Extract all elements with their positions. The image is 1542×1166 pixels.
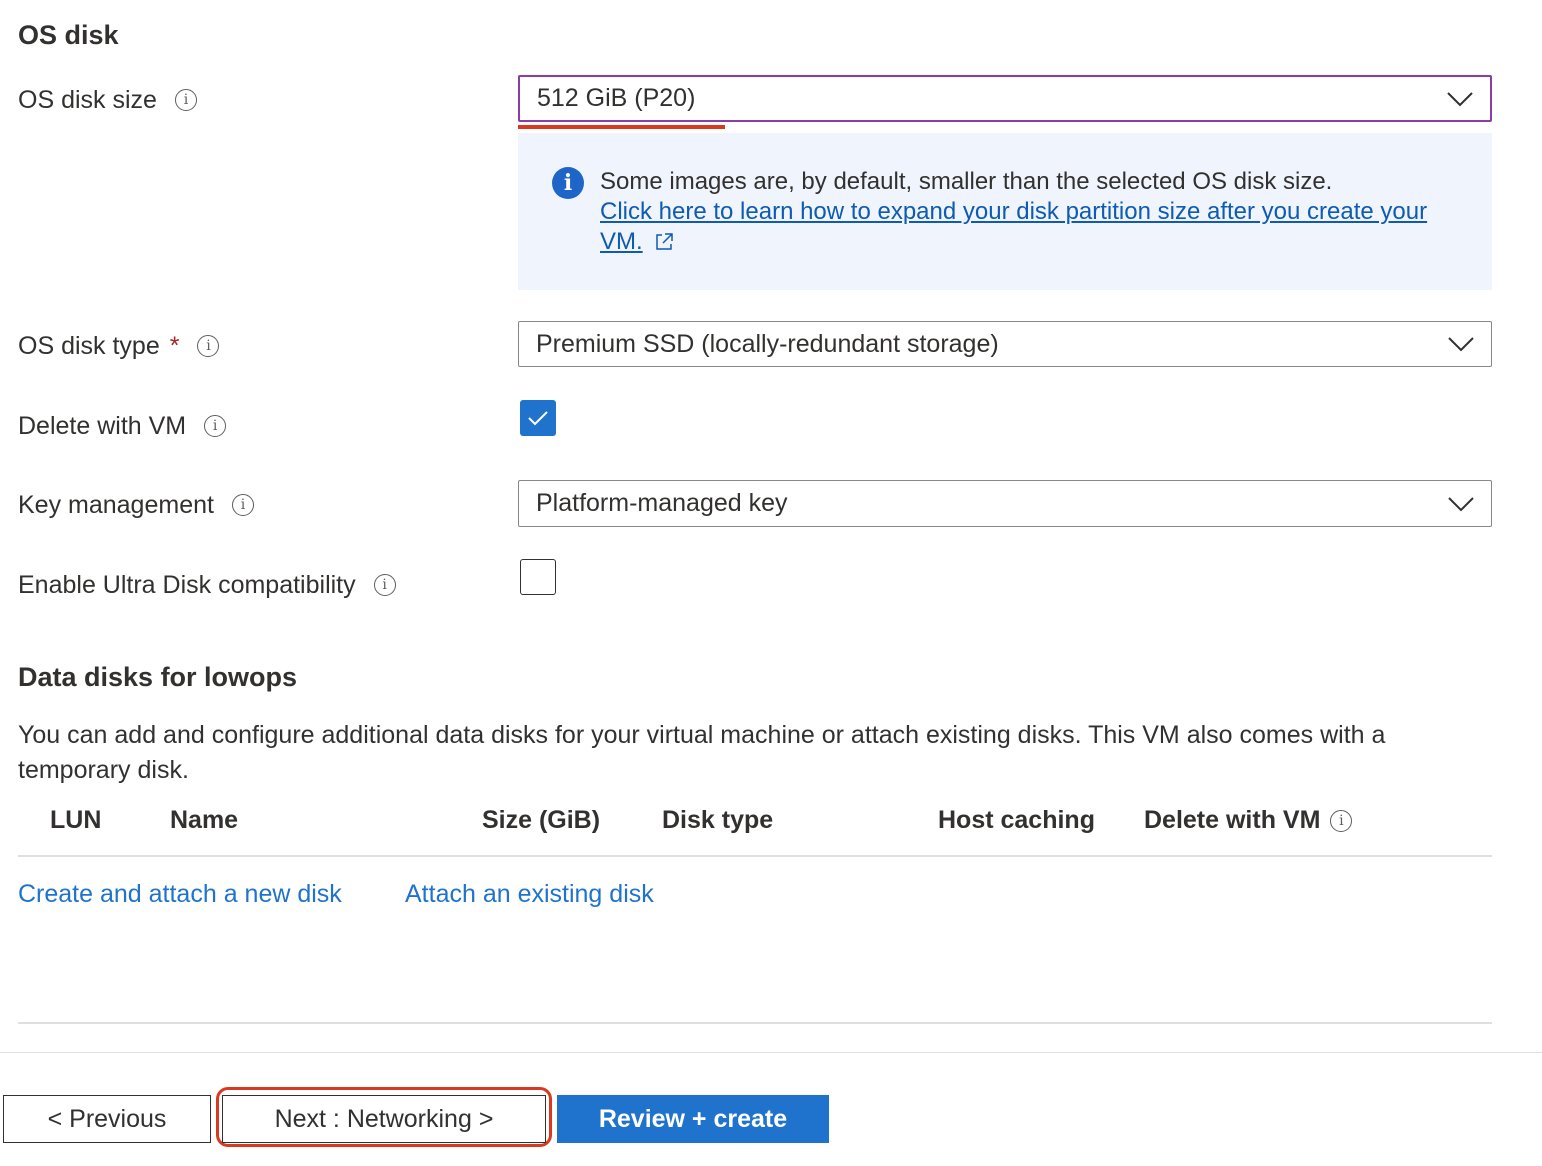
external-link-icon <box>655 233 673 250</box>
ultra-disk-checkbox[interactable] <box>520 559 556 595</box>
column-header-disk-type: Disk type <box>662 806 774 834</box>
os-disk-size-dropdown[interactable]: 512 GiB (P20) <box>518 75 1492 122</box>
required-asterisk: * <box>169 331 180 360</box>
info-icon[interactable]: i <box>204 415 227 437</box>
review-create-button[interactable]: Review + create <box>557 1095 829 1143</box>
info-icon[interactable]: i <box>231 494 254 516</box>
info-icon[interactable]: i <box>197 335 220 357</box>
os-disk-heading: OS disk <box>18 20 119 50</box>
data-disks-description: You can add and configure additional dat… <box>18 721 1386 784</box>
expand-partition-link[interactable]: Click here to learn how to expand your d… <box>600 198 1427 225</box>
delete-with-vm-label-text: Delete with VM <box>18 411 187 440</box>
key-management-value: Platform-managed key <box>536 489 788 517</box>
ultra-disk-label: Enable Ultra Disk compatibility i <box>18 569 396 601</box>
column-header-delete-with-vm: Delete with VM i <box>1144 806 1353 835</box>
delete-with-vm-checkbox[interactable] <box>520 400 556 436</box>
table-divider <box>18 855 1492 857</box>
os-disk-type-label: OS disk type * i <box>18 330 220 362</box>
column-header-size: Size (GiB) <box>482 806 601 834</box>
os-disk-type-label-text: OS disk type <box>18 331 160 360</box>
chevron-down-icon <box>1447 91 1473 106</box>
info-icon[interactable]: i <box>174 89 197 111</box>
column-header-lun: LUN <box>50 806 102 834</box>
info-icon[interactable]: i <box>373 574 396 596</box>
section-divider <box>18 1022 1492 1024</box>
os-disk-size-label: OS disk size i <box>18 84 197 116</box>
chevron-down-icon <box>1448 496 1474 511</box>
attach-existing-disk-link[interactable]: Attach an existing disk <box>405 880 654 909</box>
create-attach-new-disk-link[interactable]: Create and attach a new disk <box>18 880 342 909</box>
os-disk-type-dropdown[interactable]: Premium SSD (locally-redundant storage) <box>518 321 1492 367</box>
info-icon[interactable]: i <box>1330 809 1353 832</box>
checkmark-icon <box>528 411 548 426</box>
ultra-disk-label-text: Enable Ultra Disk compatibility <box>18 570 356 599</box>
key-management-label-text: Key management <box>18 490 214 519</box>
next-networking-button[interactable]: Next : Networking > <box>222 1095 546 1143</box>
column-header-delete-with-vm-text: Delete with VM <box>1144 806 1321 834</box>
annotation-underline <box>518 125 725 129</box>
previous-button[interactable]: < Previous <box>3 1095 211 1143</box>
expand-partition-link-cont[interactable]: VM. <box>600 227 643 257</box>
footer-bar: < Previous Next : Networking > Review + … <box>0 1052 1542 1166</box>
key-management-label: Key management i <box>18 489 254 521</box>
data-disks-heading: Data disks for lowops <box>18 662 298 692</box>
key-management-dropdown[interactable]: Platform-managed key <box>518 480 1492 527</box>
info-message-box: i Some images are, by default, smaller t… <box>518 133 1492 290</box>
info-message-text: Some images are, by default, smaller tha… <box>600 168 1333 195</box>
info-filled-icon: i <box>552 167 584 199</box>
delete-with-vm-label: Delete with VM i <box>18 410 227 442</box>
column-header-host-caching: Host caching <box>938 806 1095 834</box>
os-disk-type-value: Premium SSD (locally-redundant storage) <box>536 329 999 358</box>
os-disk-size-label-text: OS disk size <box>18 85 157 114</box>
chevron-down-icon <box>1448 337 1474 352</box>
column-header-name: Name <box>170 806 239 834</box>
os-disk-size-value: 512 GiB (P20) <box>537 84 696 112</box>
